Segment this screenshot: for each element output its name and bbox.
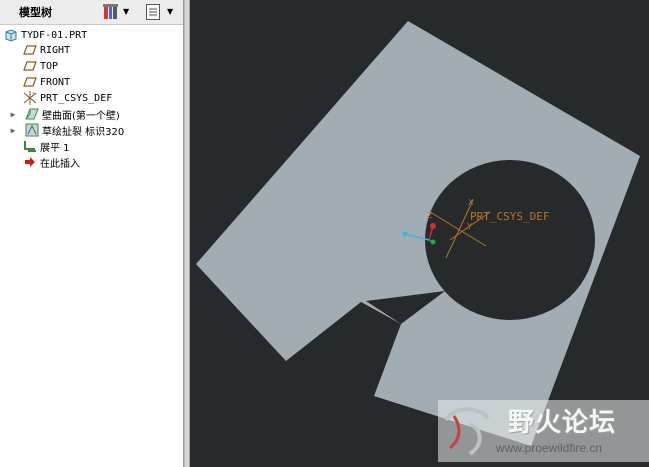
csys-label: PRT_CSYS_DEF: [470, 210, 549, 223]
tree-item-insert-here[interactable]: 在此插入: [0, 154, 183, 170]
tree-item-label: 草绘扯裂 标识320: [42, 126, 125, 138]
chevron-down-icon: ▼: [167, 7, 174, 16]
tree-item-sketch-rip[interactable]: ▶ 草绘扯裂 标识320: [0, 122, 183, 138]
tree-item-part[interactable]: TYDF-01.PRT: [0, 27, 183, 43]
datum-plane-icon: [22, 58, 38, 74]
datum-plane-icon: [22, 74, 38, 90]
tree-item-label: 壁曲面(第一个壁): [42, 110, 120, 122]
list-icon: [146, 3, 160, 20]
datum-csys-glyph: [429, 199, 491, 259]
watermark-url: www.proewildfire.cn: [496, 441, 603, 455]
model-tree-header: 模型树 ▼ ▼: [0, 0, 183, 25]
flat-sheet-part[interactable]: [196, 21, 640, 446]
tree-item-top[interactable]: TOP: [0, 58, 183, 74]
axis-x-label: X: [468, 198, 474, 207]
datum-plane-icon: [22, 42, 38, 58]
sketch-rip-icon: [24, 122, 40, 138]
svg-text:*: *: [32, 92, 35, 98]
coordinate-system-icon: *: [22, 90, 38, 106]
graphics-viewport[interactable]: X Y Z PRT_CSYS_DEF: [190, 0, 649, 467]
part-icon: [3, 27, 19, 43]
expand-arrow-icon[interactable]: ▶: [8, 122, 18, 138]
tree-item-right[interactable]: RIGHT: [0, 42, 183, 58]
axis-z-label: Z: [427, 211, 433, 220]
unbend-icon: [22, 138, 38, 154]
axis-y-label: Y: [466, 222, 472, 231]
insert-here-arrow-icon: [22, 154, 38, 170]
watermark-title: 野火论坛: [508, 408, 617, 438]
tools-icon: [103, 3, 118, 19]
forum-logo-icon: [444, 407, 490, 456]
tree-item-wall[interactable]: ▶ 壁曲面(第一个壁): [0, 106, 183, 122]
model-tree-title: 模型树: [19, 6, 52, 19]
tree-item-label: 在此插入: [40, 158, 80, 170]
tree-item-unbend[interactable]: 展平 1: [0, 138, 183, 154]
model-canvas[interactable]: X Y Z PRT_CSYS_DEF: [190, 0, 649, 467]
tree-item-csys[interactable]: * PRT_CSYS_DEF: [0, 90, 183, 106]
tree-item-label: RIGHT: [40, 44, 71, 56]
sheetmetal-wall-icon: [24, 106, 40, 122]
tree-item-label: PRT_CSYS_DEF: [40, 92, 113, 104]
show-options-button[interactable]: ▼: [145, 2, 173, 21]
model-tree-panel: 模型树 ▼ ▼ TYDF-01.PRT RIGHT TOP FRONT * PR…: [0, 0, 184, 467]
tree-item-label: TYDF-01.PRT: [21, 29, 88, 41]
tree-item-label: 展平 1: [40, 142, 70, 154]
expand-arrow-icon[interactable]: ▶: [8, 106, 18, 122]
tree-item-label: TOP: [40, 60, 59, 72]
forum-watermark: 野火论坛 www.proewildfire.cn: [438, 400, 649, 462]
tree-item-label: FRONT: [40, 76, 71, 88]
chevron-down-icon: ▼: [123, 7, 130, 16]
tree-item-front[interactable]: FRONT: [0, 74, 183, 90]
settings-tools-button[interactable]: ▼: [102, 2, 129, 21]
